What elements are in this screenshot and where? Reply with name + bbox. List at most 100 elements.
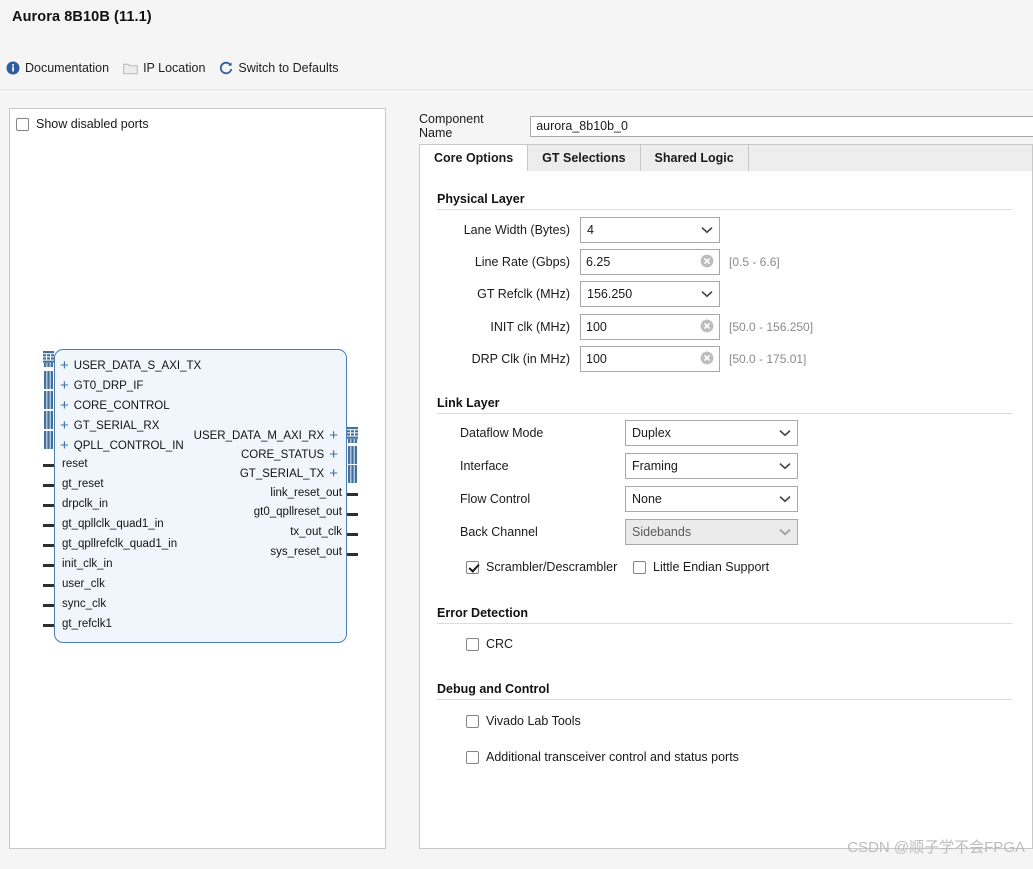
line-rate-input[interactable]: 6.25 bbox=[580, 249, 720, 275]
tab-shared-logic[interactable]: Shared Logic bbox=[641, 145, 749, 171]
expand-icon[interactable]: + bbox=[60, 378, 69, 393]
init-clk-range: [50.0 - 156.250] bbox=[729, 320, 814, 334]
gt-refclk-value: 156.250 bbox=[587, 287, 633, 301]
chevron-down-icon bbox=[779, 459, 791, 473]
port-bus-left: + GT0_DRP_IF bbox=[60, 378, 144, 393]
expand-icon[interactable]: + bbox=[329, 466, 338, 481]
interface-value: Framing bbox=[632, 459, 678, 473]
section-title: Link Layer bbox=[437, 396, 500, 410]
field-back-channel: Back Channel Sidebands bbox=[460, 519, 1020, 545]
port-pin-left: gt_reset bbox=[62, 478, 104, 490]
clear-icon[interactable] bbox=[700, 319, 714, 336]
bus-connector-icon bbox=[43, 431, 54, 449]
port-label: user_clk bbox=[62, 578, 105, 590]
ip-location-label: IP Location bbox=[143, 61, 206, 75]
dataflow-mode-dropdown[interactable]: Duplex bbox=[625, 420, 798, 446]
checkbox-little-endian-support[interactable]: Little Endian Support bbox=[633, 560, 769, 574]
bus-connector-icon bbox=[43, 411, 54, 429]
expand-icon[interactable]: + bbox=[329, 447, 338, 462]
port-pin-left: gt_refclk1 bbox=[62, 618, 112, 630]
section-title: Physical Layer bbox=[437, 192, 525, 206]
checkbox-scrambler-descrambler[interactable]: Scrambler/Descrambler bbox=[466, 560, 617, 574]
pin-stub bbox=[43, 504, 54, 507]
pin-stub bbox=[347, 533, 358, 536]
port-label: CORE_CONTROL bbox=[73, 400, 170, 412]
field-label: GT Refclk (MHz) bbox=[477, 287, 570, 301]
documentation-button[interactable]: Documentation bbox=[6, 61, 109, 75]
checkbox-box bbox=[633, 560, 646, 574]
init-clk-input[interactable]: 100 bbox=[580, 314, 720, 340]
checkbox-crc[interactable]: CRC bbox=[466, 637, 513, 651]
field-label: DRP Clk (in MHz) bbox=[471, 352, 570, 366]
interface-dropdown[interactable]: Framing bbox=[625, 453, 798, 479]
port-pin-right: tx_out_clk bbox=[205, 526, 342, 538]
checkbox-box bbox=[466, 750, 479, 764]
section-debug-and-control: Debug and Control bbox=[437, 682, 1012, 700]
port-label: sync_clk bbox=[62, 598, 107, 610]
port-bus-left: + CORE_CONTROL bbox=[60, 398, 170, 413]
watermark: CSDN @顺子学不会FPGA bbox=[847, 839, 1025, 856]
bus-connector-icon bbox=[347, 465, 358, 483]
section-physical-layer: Physical Layer bbox=[437, 192, 1012, 210]
port-label: GT0_DRP_IF bbox=[73, 380, 144, 392]
block-diagram: + USER_DATA_S_AXI_TX + GT0_DRP_IF + CORE… bbox=[10, 109, 385, 848]
flow-control-dropdown[interactable]: None bbox=[625, 486, 798, 512]
port-pin-left: reset bbox=[62, 458, 88, 470]
expand-icon[interactable]: + bbox=[60, 398, 69, 413]
info-icon bbox=[6, 61, 20, 75]
field-interface: Interface Framing bbox=[460, 453, 1020, 479]
checkbox-label: Little Endian Support bbox=[653, 560, 770, 574]
field-drp-clk: DRP Clk (in MHz) 100 [50.0 - 175.01] bbox=[460, 346, 1020, 372]
chevron-down-icon bbox=[779, 525, 791, 539]
tab-gt-selections[interactable]: GT Selections bbox=[528, 145, 641, 171]
pin-stub bbox=[347, 553, 358, 556]
expand-icon[interactable]: + bbox=[60, 438, 69, 453]
expand-icon[interactable]: + bbox=[60, 418, 69, 433]
port-label: tx_out_clk bbox=[290, 526, 342, 538]
clear-icon[interactable] bbox=[700, 254, 714, 271]
gt-refclk-dropdown[interactable]: 156.250 bbox=[580, 281, 720, 307]
port-label: reset bbox=[62, 458, 88, 470]
back-channel-dropdown[interactable]: Sidebands bbox=[625, 519, 798, 545]
pin-stub bbox=[43, 464, 54, 467]
tab-core-options[interactable]: Core Options bbox=[420, 145, 529, 171]
port-label: gt_qpllclk_quad1_in bbox=[62, 518, 164, 530]
expand-icon[interactable]: + bbox=[329, 428, 338, 443]
checkbox-vivado-lab-tools[interactable]: Vivado Lab Tools bbox=[466, 714, 581, 728]
port-label: gt_qpllrefclk_quad1_in bbox=[62, 538, 178, 550]
expand-icon[interactable]: + bbox=[60, 358, 69, 373]
lane-width-dropdown[interactable]: 4 bbox=[580, 217, 720, 243]
port-diagram-panel: Show disabled ports + USER_DATA_S_AXI_TX… bbox=[9, 108, 386, 849]
section-link-layer: Link Layer bbox=[437, 396, 1012, 414]
checkbox-box bbox=[466, 637, 479, 651]
field-label: Interface bbox=[460, 459, 509, 473]
component-name-label: Component Name bbox=[419, 112, 484, 140]
checkbox-label: CRC bbox=[486, 637, 514, 651]
pin-stub bbox=[43, 544, 54, 547]
chevron-down-icon bbox=[779, 426, 791, 440]
port-pin-left: init_clk_in bbox=[62, 558, 113, 570]
pin-stub bbox=[43, 624, 54, 627]
port-label: gt_refclk1 bbox=[62, 618, 112, 630]
port-label: drpclk_in bbox=[62, 498, 109, 510]
chevron-down-icon bbox=[701, 223, 713, 237]
component-name-row: Component Name aurora_8b10b_0 bbox=[419, 112, 1033, 140]
field-label: Line Rate (Gbps) bbox=[474, 255, 570, 269]
section-divider bbox=[437, 699, 1012, 700]
port-pin-left: gt_qpllrefclk_quad1_in bbox=[62, 538, 177, 550]
component-name-input[interactable]: aurora_8b10b_0 bbox=[530, 115, 1033, 137]
field-label: Lane Width (Bytes) bbox=[463, 223, 570, 237]
checkbox-additional-transceiver-ports[interactable]: Additional transceiver control and statu… bbox=[466, 750, 739, 764]
clear-icon[interactable] bbox=[700, 351, 714, 368]
field-dataflow-mode: Dataflow Mode Duplex bbox=[460, 420, 1020, 446]
drp-clk-input[interactable]: 100 bbox=[580, 346, 720, 372]
line-rate-value: 6.25 bbox=[586, 255, 611, 269]
port-label: QPLL_CONTROL_IN bbox=[73, 440, 184, 452]
header-divider bbox=[0, 89, 1033, 90]
init-clk-value: 100 bbox=[586, 320, 607, 334]
switch-to-defaults-button[interactable]: Switch to Defaults bbox=[219, 61, 338, 75]
ip-location-button[interactable]: IP Location bbox=[123, 61, 205, 75]
documentation-label: Documentation bbox=[25, 61, 110, 75]
page-title: Aurora 8B10B (11.1) bbox=[12, 9, 152, 25]
port-pin-left: user_clk bbox=[62, 578, 105, 590]
